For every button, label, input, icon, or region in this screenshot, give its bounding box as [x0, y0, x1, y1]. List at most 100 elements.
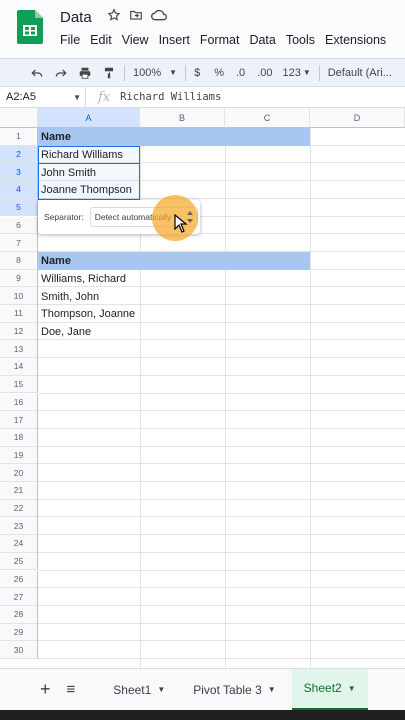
row-header-18[interactable]: 18 [0, 428, 38, 447]
row-header-1[interactable]: 1 [0, 128, 38, 146]
sheets-logo-icon[interactable] [17, 10, 43, 44]
document-title[interactable]: Data [60, 9, 92, 26]
sheet-tab-sheet2[interactable]: Sheet2 ▼ [291, 668, 368, 711]
row-gridline [38, 640, 405, 642]
row-header-29[interactable]: 29 [0, 623, 38, 642]
cell-a10[interactable]: Smith, John [38, 288, 99, 306]
row-header-28[interactable]: 28 [0, 605, 38, 624]
cloud-status-icon[interactable] [151, 8, 167, 22]
row-gridline [38, 498, 405, 500]
increase-decimal-button[interactable]: .00 [257, 67, 272, 79]
toolbar-divider [318, 64, 320, 81]
cell-a1[interactable]: Name [38, 128, 310, 146]
row-header-14[interactable]: 14 [0, 358, 38, 376]
fx-icon: fx [98, 89, 111, 105]
cell-a11[interactable]: Thompson, Joanne [38, 305, 135, 323]
cell-a2[interactable]: Richard Williams [38, 146, 123, 164]
row-header-5[interactable]: 5 [0, 198, 38, 217]
menu-data[interactable]: Data [249, 33, 275, 47]
zoom-select[interactable]: 100% ▼ [133, 67, 177, 79]
row-header-19[interactable]: 19 [0, 446, 38, 465]
sheet-tab-pivot-table-3[interactable]: Pivot Table 3 ▼ [181, 669, 287, 711]
sheet-tab-sheet1[interactable]: Sheet1 ▼ [101, 669, 177, 711]
row-header-2[interactable]: 2 [0, 145, 38, 164]
redo-icon[interactable] [54, 66, 68, 80]
row-gridline [38, 339, 405, 341]
undo-icon[interactable] [30, 66, 44, 80]
formula-input[interactable]: Richard Williams [120, 91, 221, 103]
row-header-22[interactable]: 22 [0, 499, 38, 518]
cell-a9[interactable]: Williams, Richard [38, 270, 126, 288]
row-header-25[interactable]: 25 [0, 552, 38, 571]
row-header-6[interactable]: 6 [0, 216, 38, 235]
row-gridline [38, 569, 405, 571]
row-header-26[interactable]: 26 [0, 570, 38, 589]
row-header-30[interactable]: 30 [0, 641, 38, 659]
col-gridline [225, 128, 226, 668]
row-gridline [38, 410, 405, 412]
star-icon[interactable] [107, 8, 121, 22]
sheet-bar: + ≡ Sheet1 ▼ Pivot Table 3 ▼ Sheet2 ▼ [0, 668, 405, 711]
menu-tools[interactable]: Tools [286, 33, 315, 47]
cell-a3[interactable]: John Smith [38, 164, 96, 182]
row-header-27[interactable]: 27 [0, 588, 38, 606]
name-box[interactable]: A2:A5 ▼ [0, 87, 86, 107]
row-header-11[interactable]: 11 [0, 305, 38, 323]
row-header-3[interactable]: 3 [0, 163, 38, 182]
row-header-9[interactable]: 9 [0, 269, 38, 288]
chevron-down-icon: ▼ [302, 68, 311, 77]
formula-bar: A2:A5 ▼ fx Richard Williams [0, 86, 405, 108]
row-header-21[interactable]: 21 [0, 482, 38, 500]
column-header-a[interactable]: A [38, 108, 140, 128]
move-folder-icon[interactable] [129, 8, 143, 22]
row-gridline [38, 587, 405, 589]
number-format-select[interactable]: 123 ▼ [282, 67, 310, 79]
toolbar-divider [124, 64, 125, 81]
menu-extensions[interactable]: Extensions [325, 33, 386, 47]
font-select[interactable]: Default (Ari... [328, 67, 392, 79]
row-gridline [38, 604, 405, 606]
decrease-decimal-button[interactable]: .0 [236, 67, 245, 79]
menu-file[interactable]: File [60, 33, 80, 47]
cell-a12[interactable]: Doe, Jane [38, 323, 91, 341]
row-header-23[interactable]: 23 [0, 517, 38, 536]
cell-a8[interactable]: Name [38, 252, 310, 270]
column-header-d[interactable]: D [310, 108, 405, 128]
row-header-16[interactable]: 16 [0, 393, 38, 412]
row-header-8[interactable]: 8 [0, 251, 38, 270]
row-gridline [38, 463, 405, 465]
row-gridline [38, 392, 405, 394]
row-gridline [38, 658, 405, 659]
row-header-7[interactable]: 7 [0, 234, 38, 252]
menu-format[interactable]: Format [200, 33, 240, 47]
row-header-4[interactable]: 4 [0, 181, 38, 199]
row-header-24[interactable]: 24 [0, 535, 38, 553]
row-header-13[interactable]: 13 [0, 340, 38, 359]
row-header-12[interactable]: 12 [0, 322, 38, 341]
row-gridline [38, 357, 405, 359]
menu-insert[interactable]: Insert [159, 33, 190, 47]
row-header-17[interactable]: 17 [0, 411, 38, 429]
sheet-tab-label: Sheet2 [303, 681, 342, 695]
select-all-corner[interactable] [0, 108, 38, 128]
row-header-20[interactable]: 20 [0, 464, 38, 482]
sheet-tab-label: Pivot Table 3 [193, 682, 262, 697]
row-header-15[interactable]: 15 [0, 375, 38, 394]
print-icon[interactable] [78, 66, 92, 80]
all-sheets-button[interactable]: ≡ [67, 681, 76, 698]
menu-edit[interactable]: Edit [90, 33, 112, 47]
cell-a4[interactable]: Joanne Thompson [38, 181, 132, 199]
device-bar [0, 710, 405, 720]
column-header-c[interactable]: C [225, 108, 310, 128]
row-header-10[interactable]: 10 [0, 287, 38, 305]
currency-button[interactable]: $ [194, 67, 200, 79]
add-sheet-button[interactable]: + [40, 679, 51, 700]
zoom-value: 100% [133, 66, 162, 79]
mouse-pointer-icon [174, 214, 188, 233]
chevron-down-icon: ▼ [169, 68, 178, 77]
row-gridline [38, 445, 405, 447]
paint-format-icon[interactable] [102, 66, 116, 80]
percent-button[interactable]: % [214, 67, 224, 79]
column-header-b[interactable]: B [140, 108, 225, 128]
menu-view[interactable]: View [122, 33, 149, 47]
